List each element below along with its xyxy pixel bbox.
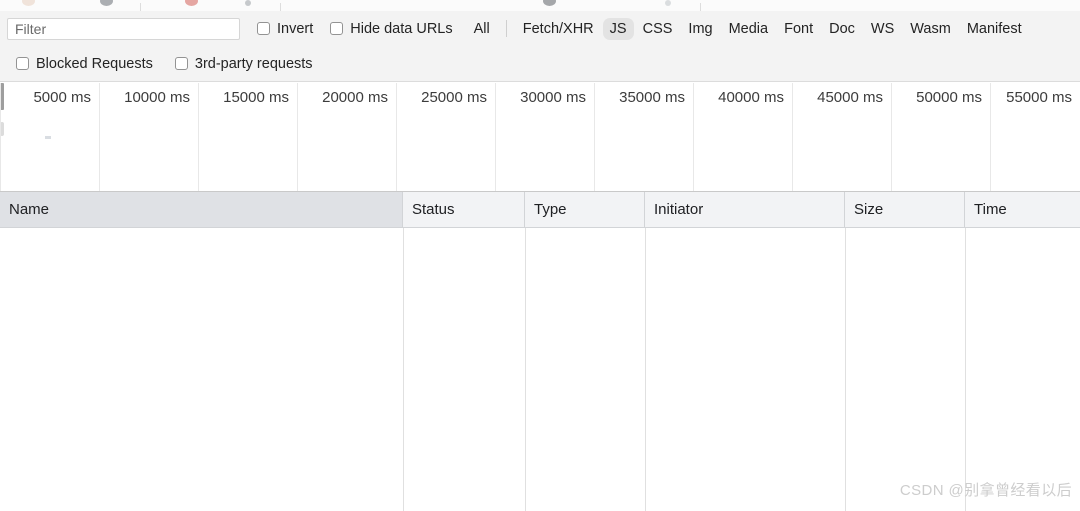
timeline-tick-cell: 20000 ms (297, 83, 396, 191)
column-header-label: Status (412, 201, 455, 218)
clipped-icon-3 (185, 0, 198, 6)
timeline-tick-label: 5000 ms (33, 89, 91, 106)
timeline-tick-label: 45000 ms (817, 89, 883, 106)
column-header-label: Initiator (654, 201, 704, 218)
filter-type-manifest[interactable]: Manifest (960, 18, 1029, 40)
filter-type-ws[interactable]: WS (864, 18, 901, 40)
network-secondary-toolbar: Blocked Requests 3rd-party requests (0, 46, 1080, 82)
devtools-network-panel: Filter Invert Hide data URLs All Fetch/X… (0, 0, 1080, 511)
filter-type-wasm[interactable]: Wasm (903, 18, 958, 40)
third-party-requests-checkbox[interactable] (174, 57, 188, 70)
filter-type-js[interactable]: JS (602, 17, 634, 40)
invert-checkbox-group[interactable]: Invert (257, 21, 313, 37)
blocked-requests-checkbox[interactable] (16, 57, 29, 70)
invert-checkbox[interactable] (257, 22, 270, 35)
hide-data-urls-label: Hide data URLs (350, 20, 453, 37)
third-party-requests-label: 3rd-party requests (194, 55, 313, 72)
filter-type-css[interactable]: CSS (636, 18, 680, 40)
column-header-time[interactable]: Time (965, 192, 1080, 227)
timeline-tick-label: 15000 ms (223, 89, 289, 106)
timeline-tick-cell: 15000 ms (198, 83, 297, 191)
blocked-requests-label: Blocked Requests (36, 55, 153, 72)
network-requests-table: Name Status Type Initiator Size Time (0, 192, 1080, 511)
filter-type-font[interactable]: Font (777, 18, 820, 40)
blocked-requests-checkbox-group[interactable]: Blocked Requests (16, 56, 153, 72)
clipped-separator-3 (700, 3, 701, 11)
hide-data-urls-checkbox[interactable] (330, 22, 344, 35)
column-header-status[interactable]: Status (403, 192, 525, 227)
clipped-separator-2 (280, 3, 281, 11)
timeline-tick-cell: 45000 ms (792, 83, 891, 191)
column-header-type[interactable]: Type (525, 192, 645, 227)
timeline-tick-label: 20000 ms (322, 89, 388, 106)
timeline-tick-label: 10000 ms (124, 89, 190, 106)
timeline-tick-cell: 40000 ms (693, 83, 792, 191)
column-header-label: Size (854, 201, 884, 218)
timeline-tick-cell: 5000 ms (0, 83, 99, 191)
filter-type-media[interactable]: Media (722, 18, 776, 40)
clipped-icon-6 (665, 0, 671, 6)
clipped-icon-1 (22, 0, 35, 6)
clipped-icon-2 (100, 0, 113, 6)
clipped-icon-5 (543, 0, 556, 6)
timeline-tick-cell: 25000 ms (396, 83, 495, 191)
network-filter-toolbar: Filter Invert Hide data URLs All Fetch/X… (0, 11, 1080, 46)
column-header-name[interactable]: Name (0, 192, 403, 227)
column-header-label: Type (534, 201, 567, 218)
invert-label: Invert (277, 20, 314, 37)
column-divider (403, 228, 404, 511)
timeline-tick-cell: 30000 ms (495, 83, 594, 191)
timeline-tick-label: 40000 ms (718, 89, 784, 106)
column-header-label: Time (974, 201, 1007, 218)
filter-type-separator (505, 20, 507, 37)
table-header-row: Name Status Type Initiator Size Time (0, 192, 1080, 228)
timeline-tick-label: 55000 ms (1006, 89, 1072, 106)
column-header-size[interactable]: Size (845, 192, 965, 227)
third-party-requests-checkbox-group[interactable]: 3rd-party requests (174, 55, 313, 72)
clipped-icon-4 (245, 0, 251, 6)
column-divider (645, 228, 646, 511)
column-divider (525, 228, 526, 511)
table-body-empty[interactable] (0, 228, 1080, 511)
timeline-tick-label: 35000 ms (619, 89, 685, 106)
timeline-tick-label: 25000 ms (421, 89, 487, 106)
column-divider (965, 228, 966, 511)
timeline-tick-cell: 35000 ms (594, 83, 693, 191)
column-header-initiator[interactable]: Initiator (645, 192, 845, 227)
column-header-label: Name (9, 201, 50, 218)
clipped-separator-1 (140, 3, 141, 11)
timeline-tick-cell: 55000 ms (990, 83, 1080, 191)
filter-type-img[interactable]: Img (681, 18, 719, 40)
timeline-tick-cell: 50000 ms (891, 83, 990, 191)
filter-type-fetch-xhr[interactable]: Fetch/XHR (516, 18, 601, 40)
timeline-tick-label: 30000 ms (520, 89, 586, 106)
hide-data-urls-checkbox-group[interactable]: Hide data URLs (330, 20, 453, 37)
filter-type-doc[interactable]: Doc (822, 18, 862, 40)
filter-type-all[interactable]: All (467, 18, 497, 40)
filter-input[interactable]: Filter (7, 17, 240, 40)
timeline-tick-cell: 10000 ms (99, 83, 198, 191)
column-divider (845, 228, 846, 511)
network-timeline-overview[interactable]: 5000 ms 10000 ms 15000 ms 20000 ms 25000… (0, 83, 1080, 192)
timeline-tick-label: 50000 ms (916, 89, 982, 106)
